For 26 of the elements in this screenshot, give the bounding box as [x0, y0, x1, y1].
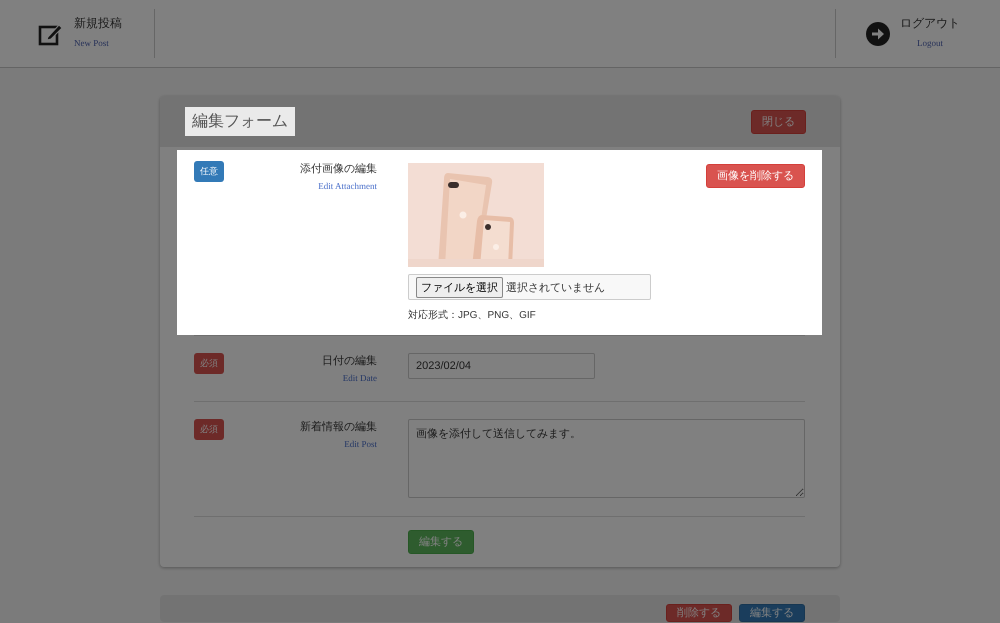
field-label: 新着情報の編集	[300, 420, 377, 434]
action-button[interactable]: 編集する	[739, 604, 805, 622]
submit-button[interactable]: 編集する	[408, 530, 474, 554]
date-field[interactable]: 2023/02/04	[408, 353, 595, 379]
nav-label[interactable]: 新規投稿	[74, 15, 122, 32]
action-button[interactable]: 削除する	[666, 604, 732, 622]
field-label: 添付画像の編集	[300, 162, 377, 176]
form-title: 編集フォーム	[185, 107, 295, 136]
delete-image-button[interactable]: 画像を削除する	[706, 164, 805, 188]
field-label: 日付の編集	[322, 354, 377, 368]
nav-sublabel[interactable]: Logout	[917, 38, 943, 48]
field-badge: 必須	[194, 419, 224, 440]
arrow-right-circle-icon	[866, 22, 890, 46]
file-input[interactable]: ファイルを選択 選択されていません	[408, 274, 651, 300]
file-status: 選択されていません	[506, 280, 605, 294]
close-button[interactable]: 閉じる	[751, 110, 806, 134]
field-sublabel: Edit Post	[344, 439, 377, 449]
format-hint: 対応形式：JPG、PNG、GIF	[408, 308, 536, 322]
nav-label[interactable]: ログアウト	[900, 15, 960, 32]
nav-sublabel[interactable]: New Post	[74, 38, 122, 48]
post-text-area[interactable]: 画像を添付して送信してみます。	[408, 419, 805, 498]
field-sublabel: Edit Attachment	[318, 181, 377, 191]
field-badge: 任意	[194, 161, 224, 182]
choose-file-button[interactable]: ファイルを選択	[416, 276, 503, 298]
field-sublabel: Edit Date	[342, 373, 377, 383]
field-badge: 必須	[194, 353, 224, 374]
